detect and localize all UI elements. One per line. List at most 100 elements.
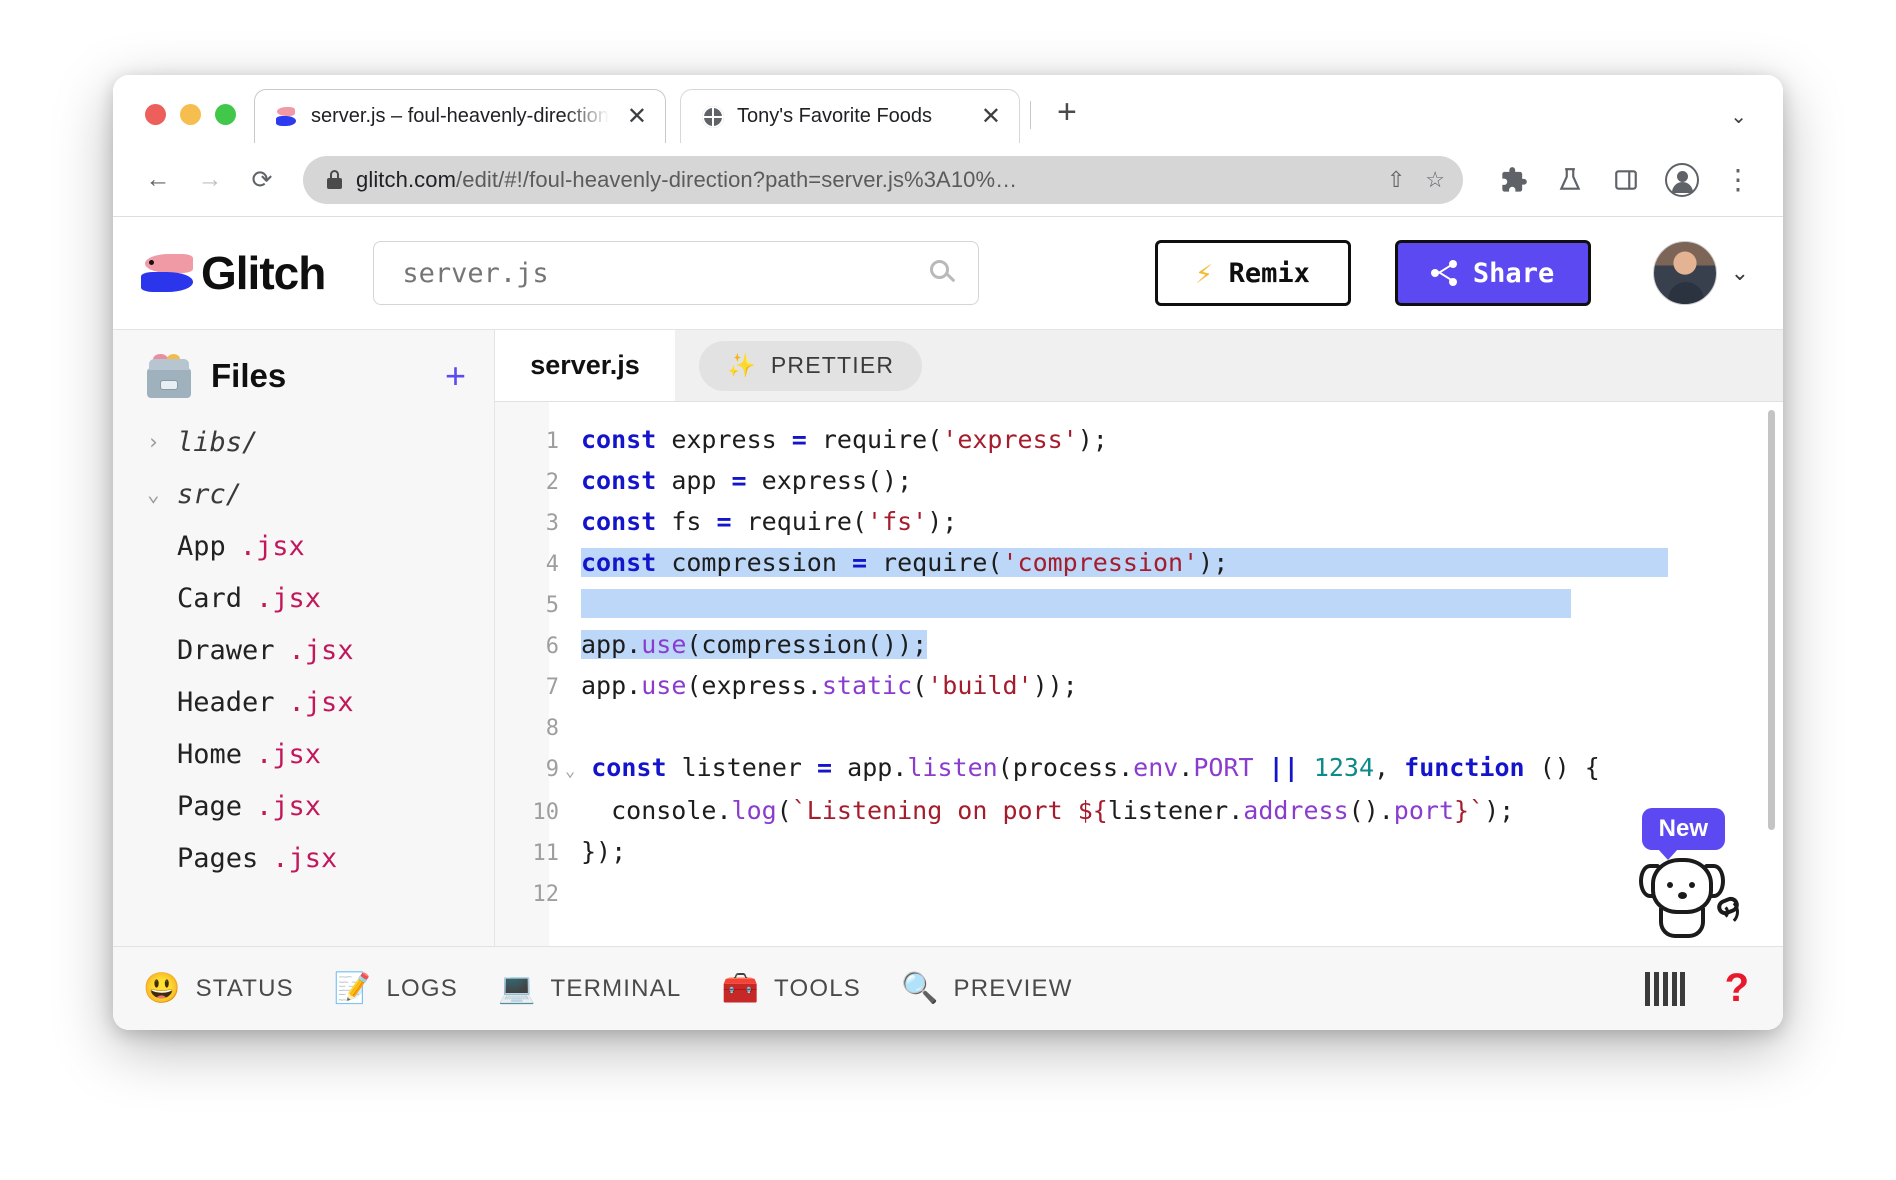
browser-window: server.js – foul-heavenly-direction ✕ To… <box>113 75 1783 1030</box>
line-number: 4 <box>545 552 559 577</box>
project-search-input[interactable] <box>402 257 931 289</box>
browser-tab-2-close-icon[interactable]: ✕ <box>975 104 1007 129</box>
file-extension: .jsx <box>272 842 338 874</box>
line-number: 10 <box>532 800 560 825</box>
file-tree-item[interactable]: Drawer .jsx <box>113 624 494 676</box>
forward-arrow-icon[interactable]: → <box>187 157 233 203</box>
footer-status-label: STATUS <box>195 974 294 1002</box>
browser-tab-2-title: Tony's Favorite Foods <box>737 105 933 127</box>
extensions-puzzle-icon[interactable] <box>1491 157 1537 203</box>
footer-preview-label: PREVIEW <box>953 974 1073 1002</box>
browser-tab-1-close-icon[interactable]: ✕ <box>621 104 653 129</box>
file-tree: › libs/ ⌄ src/ App .jsx Card .jsx Drawer .j <box>113 406 494 884</box>
line-number: 6 <box>545 634 559 659</box>
footer-status-button[interactable]: 😃 STATUS <box>143 971 294 1005</box>
remix-button[interactable]: ⚡ Remix <box>1154 240 1351 306</box>
editor-footer-toolbar: 😃 STATUS 📝 LOGS 💻 TERMINAL 🧰 TOOLS 🔍 PRE… <box>113 946 1783 1030</box>
avatar[interactable] <box>1652 241 1717 305</box>
new-tab-button[interactable]: + <box>1043 95 1091 143</box>
back-arrow-icon[interactable]: ← <box>135 157 181 203</box>
chevron-down-icon[interactable]: ⌄ <box>147 482 163 506</box>
code-content[interactable]: 1 const express = require('express'); 2 co… <box>495 402 1783 914</box>
file-basename: Page <box>177 790 243 822</box>
address-bar[interactable]: glitch.com/edit/#!/foul-heavenly-directi… <box>303 155 1463 204</box>
footer-tools-button[interactable]: 🧰 TOOLS <box>721 973 860 1004</box>
magnifier-icon: 🔍 <box>900 971 940 1005</box>
file-tree-item[interactable]: App .jsx <box>113 520 494 572</box>
labs-flask-icon[interactable] <box>1547 157 1593 203</box>
file-extension: .jsx <box>288 634 354 666</box>
file-tree-item[interactable]: Pages .jsx <box>113 832 494 884</box>
browser-tab-2[interactable]: Tony's Favorite Foods ✕ <box>680 89 1021 143</box>
file-basename: Drawer <box>177 634 275 666</box>
file-basename: Pages <box>177 842 259 874</box>
screenshot-root: server.js – foul-heavenly-direction ✕ To… <box>0 0 1896 1180</box>
code-area[interactable]: 1 const express = require('express'); 2 co… <box>495 402 1783 946</box>
close-window-button[interactable] <box>145 104 166 125</box>
line-number: 5 <box>545 593 559 618</box>
footer-preview-button[interactable]: 🔍 PREVIEW <box>900 971 1073 1005</box>
file-tree-folder-src[interactable]: ⌄ src/ <box>113 468 494 520</box>
glitch-app-header: Glitch ⚡ Remix Share <box>113 217 1783 330</box>
footer-terminal-button[interactable]: 💻 TERMINAL <box>498 973 682 1004</box>
files-header: Files + <box>113 346 494 406</box>
glitch-fish-logo-icon <box>141 252 197 294</box>
chrome-profile-avatar[interactable] <box>1659 157 1705 203</box>
glitch-logo[interactable]: Glitch <box>141 246 326 300</box>
browser-tab-strip: server.js – foul-heavenly-direction ✕ To… <box>113 75 1783 143</box>
footer-logs-button[interactable]: 📝 LOGS <box>334 973 458 1004</box>
mascot-widget[interactable]: New <box>1633 808 1753 938</box>
file-tree-item[interactable]: Header .jsx <box>113 676 494 728</box>
file-basename: App <box>177 530 226 562</box>
file-tree-item[interactable]: Card .jsx <box>113 572 494 624</box>
chrome-menu-icon[interactable]: ⋮ <box>1715 157 1761 203</box>
code-line: 11}); <box>495 837 627 866</box>
lock-icon <box>327 170 342 189</box>
side-panel-icon[interactable] <box>1603 157 1649 203</box>
project-search-box[interactable] <box>373 241 980 305</box>
browser-tab-1[interactable]: server.js – foul-heavenly-direction ✕ <box>254 89 667 143</box>
tab-list-chevron-down-icon[interactable]: ⌄ <box>1730 104 1747 129</box>
file-tree-item[interactable]: Home .jsx <box>113 728 494 780</box>
file-tree-folder-libs[interactable]: › libs/ <box>113 416 494 468</box>
editor-tab-server-js[interactable]: server.js <box>495 330 675 401</box>
piano-keys-icon[interactable] <box>1644 971 1685 1006</box>
help-button[interactable]: ? <box>1725 966 1749 1011</box>
line-number: 1 <box>545 429 559 454</box>
code-scrollbar-thumb[interactable] <box>1768 410 1775 830</box>
minimize-window-button[interactable] <box>180 104 201 125</box>
line-number: 12 <box>532 882 560 907</box>
fold-chevron-icon[interactable]: ⌄ <box>565 761 575 781</box>
window-traffic-lights <box>135 104 254 143</box>
bookmark-star-icon[interactable]: ☆ <box>1425 167 1445 193</box>
chevron-right-icon[interactable]: › <box>147 430 163 454</box>
maximize-window-button[interactable] <box>215 104 236 125</box>
file-basename: Home <box>177 738 243 770</box>
url-path: /edit/#!/foul-heavenly-direction?path=se… <box>456 166 1018 192</box>
dog-mascot-icon[interactable] <box>1639 858 1742 938</box>
smiley-icon: 😃 <box>143 971 182 1005</box>
footer-logs-label: LOGS <box>386 974 458 1002</box>
code-scrollbar[interactable] <box>1768 410 1775 938</box>
browser-toolbar: ← → ⟳ glitch.com/edit/#!/foul-heavenly-d… <box>113 143 1783 217</box>
add-file-button[interactable]: + <box>445 358 466 394</box>
reload-icon[interactable]: ⟳ <box>239 157 285 203</box>
file-extension: .jsx <box>256 738 322 770</box>
files-sidebar: Files + › libs/ ⌄ src/ App .jsx Card .js… <box>113 330 495 946</box>
account-menu[interactable]: ⌄ <box>1652 241 1749 305</box>
file-tree-item[interactable]: Page .jsx <box>113 780 494 832</box>
share-button[interactable]: Share <box>1394 240 1591 306</box>
prettier-label: PRETTIER <box>770 352 895 378</box>
prettier-button[interactable]: ✨ PRETTIER <box>699 340 923 391</box>
line-number: 8 <box>545 716 559 741</box>
code-line-selected: 4 const compression = require('compressio… <box>495 548 1669 577</box>
remix-button-label: Remix <box>1228 257 1310 289</box>
chevron-down-icon[interactable]: ⌄ <box>1731 260 1749 286</box>
code-line: 7 app.use(express.static('build')); <box>495 671 1078 700</box>
share-icon[interactable]: ⇧ <box>1387 167 1405 193</box>
share-nodes-icon <box>1430 260 1457 286</box>
file-basename: Card <box>177 582 243 614</box>
folder-label: src/ <box>177 478 243 510</box>
new-badge: New <box>1641 808 1725 860</box>
line-number: 2 <box>545 470 559 495</box>
